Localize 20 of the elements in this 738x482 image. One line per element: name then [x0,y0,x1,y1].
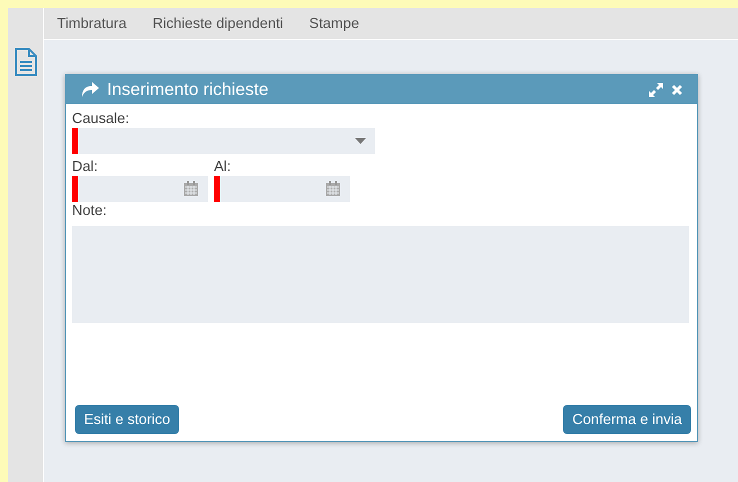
field-label: Dal: [72,158,99,176]
field-label: Note: [72,202,108,220]
calendar-icon[interactable] [183,181,199,197]
submit-button[interactable]: Conferma e invia [563,405,691,434]
causale-select[interactable] [72,128,375,154]
menu-item[interactable]: Timbratura [57,16,127,32]
dropdown-caret-icon [355,138,366,144]
menu-item[interactable]: Stampe [309,16,360,32]
calendar-icon[interactable] [325,181,341,197]
share-arrow-icon [81,82,99,97]
history-button[interactable]: Esiti e storico [75,405,180,434]
document-icon[interactable] [14,48,38,76]
expand-icon[interactable] [649,82,663,96]
close-icon[interactable] [671,84,683,96]
field-label: Causale: [72,110,130,128]
date-field[interactable] [72,176,208,202]
date-field[interactable] [214,176,350,202]
dialog-title: Inserimento richieste [107,79,270,100]
menu-item[interactable]: Richieste dipendenti [152,16,284,32]
field-label: Al: [214,158,232,176]
